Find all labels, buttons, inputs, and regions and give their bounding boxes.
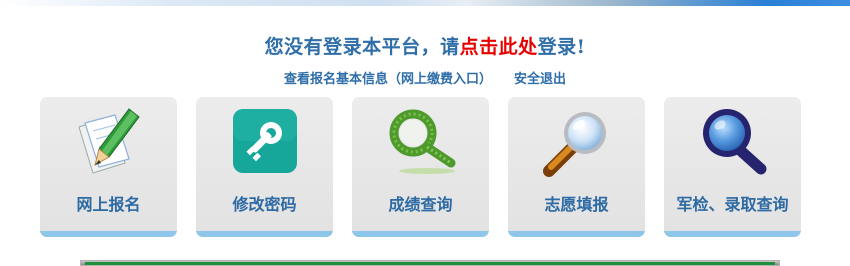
card-label: 成绩查询 [388,195,453,214]
view-registration-info-link[interactable]: 查看报名基本信息（网上缴费入口） [284,72,492,87]
card-change-password[interactable]: 修改密码 [196,97,333,237]
card-label: 网上报名 [76,195,141,214]
card-underline [352,231,489,237]
login-prompt-text: 您没有登录本平台，请 [264,36,460,58]
card-label: 修改密码 [232,195,297,214]
login-prompt-suffix: 登录! [537,36,586,58]
card-online-registration[interactable]: 网上报名 [40,97,177,237]
login-prompt: 您没有登录本平台，请点击此处登录! [0,32,850,59]
card-underline [664,231,801,237]
card-score-query[interactable]: 成绩查询 [352,97,489,237]
bottom-divider-fill [85,262,775,265]
card-label: 军检、录取查询 [676,195,789,214]
account-links: 查看报名基本信息（网上缴费入口） 安全退出 [0,68,850,87]
card-underline [196,231,333,237]
logout-link[interactable]: 安全退出 [514,72,566,87]
card-underline [508,231,645,237]
card-label: 志愿填报 [544,195,609,214]
card-application-filling[interactable]: 志愿填报 [508,97,645,237]
grass-magnifier-icon [383,105,458,180]
blue-magnifier-icon [695,105,770,180]
top-banner-strip [0,0,850,6]
card-underline [40,231,177,237]
pencil-paper-icon [71,105,146,180]
magnifying-glass-icon [539,105,614,180]
login-link[interactable]: 点击此处 [460,36,538,58]
card-admission-query[interactable]: 军检、录取查询 [664,97,801,237]
key-icon [227,105,302,180]
bottom-divider [80,260,780,266]
